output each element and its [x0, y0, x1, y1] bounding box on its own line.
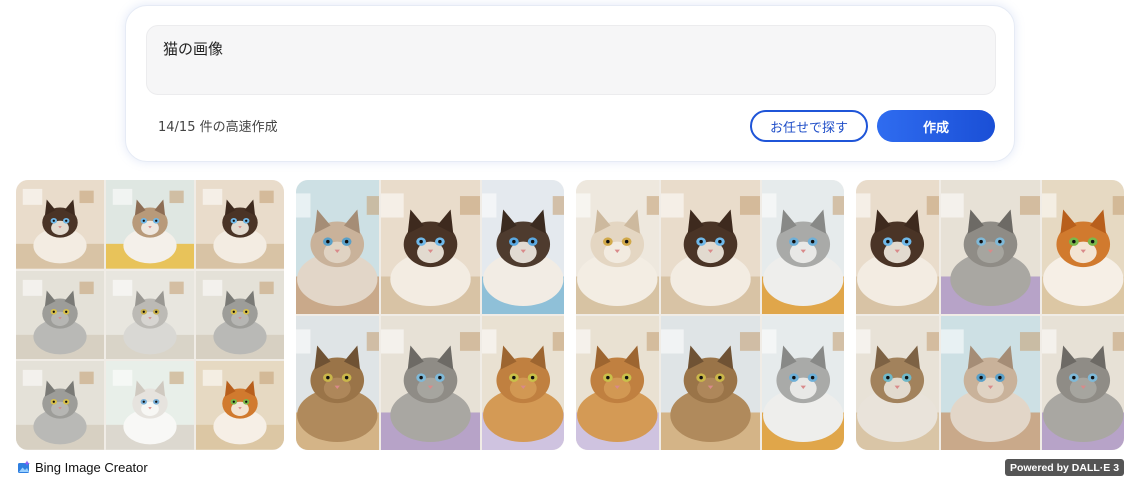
cat-image-silver-tabby	[196, 270, 284, 360]
cat-image-gray-tabby	[1041, 316, 1124, 450]
cat-image-ragdoll	[106, 180, 194, 269]
image-creator-page: 猫の画像 14/15 件の高速作成 お任せで探す 作成 Bing Image C…	[0, 0, 1137, 488]
dalle-badge: Powered by DALL·E 3	[1005, 459, 1124, 476]
prompt-text: 猫の画像	[163, 40, 224, 58]
cat-image-tabby-white	[856, 316, 939, 450]
cat-image-white-cat	[106, 361, 194, 450]
cat-image-orange-white	[1041, 180, 1124, 314]
boost-count: 14/15 件の高速作成	[158, 120, 278, 135]
cat-image-orange-white	[196, 361, 284, 450]
result-image-1[interactable]	[16, 180, 284, 450]
cat-image-brown-tabby	[660, 316, 760, 450]
cat-image-cream-persian	[576, 180, 659, 314]
result-image-2[interactable]	[296, 180, 564, 450]
result-image-3[interactable]	[576, 180, 844, 450]
bing-brand[interactable]: Bing Image Creator	[17, 459, 148, 475]
brand-label: Bing Image Creator	[35, 459, 148, 475]
result-image-4[interactable]	[856, 180, 1124, 450]
cat-image-living-room	[940, 316, 1040, 450]
cat-image-himalayan	[196, 180, 284, 269]
surprise-me-button[interactable]: お任せで探す	[750, 110, 868, 142]
cat-image-himalayan	[380, 180, 480, 314]
cat-image-silver-tabby	[16, 270, 104, 360]
cat-image-orange-tabby	[481, 316, 564, 450]
cat-image-brown-tabby	[296, 316, 379, 450]
cat-image-silver-persian	[106, 270, 194, 360]
cat-image-himalayan	[660, 180, 760, 314]
prompt-input[interactable]: 猫の画像	[146, 25, 996, 95]
cat-image-himalayan	[856, 180, 939, 314]
cat-image-gray-white	[761, 180, 844, 314]
create-button[interactable]: 作成	[877, 110, 995, 142]
cat-image-gray-tabby	[380, 316, 480, 450]
cat-image-orange-tabby	[576, 316, 659, 450]
cat-image-gray-white	[761, 316, 844, 450]
cat-image-siamese	[481, 180, 564, 314]
image-creator-icon	[18, 460, 31, 473]
cat-image-living-room	[296, 180, 379, 314]
cat-image-gray-tabby	[940, 180, 1040, 314]
cat-image-silver-tabby	[16, 361, 104, 450]
cat-image-himalayan	[16, 180, 104, 269]
prompt-card: 猫の画像 14/15 件の高速作成 お任せで探す 作成	[125, 5, 1015, 162]
